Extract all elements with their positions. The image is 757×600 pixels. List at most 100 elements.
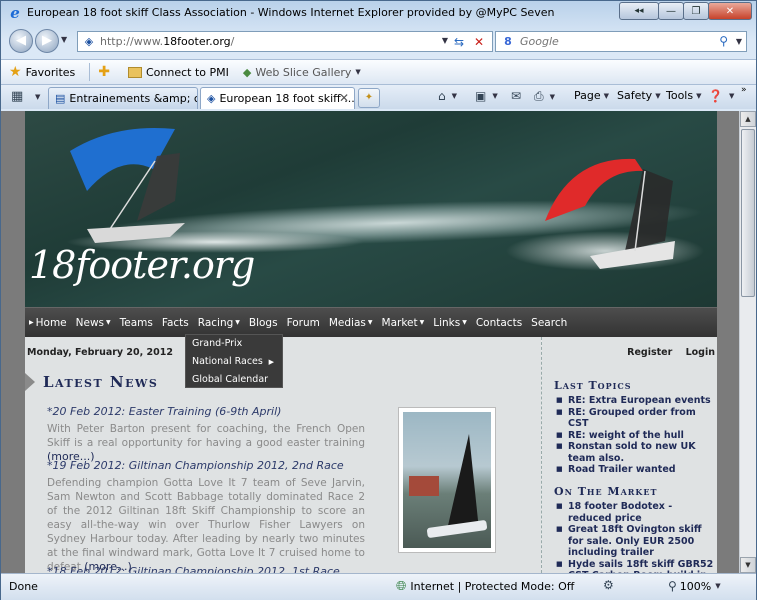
sidebar-column: Register Login Last Topics RE: Extra Eur… <box>542 337 717 573</box>
tab-entrainements[interactable]: ▤ Entrainements &amp; co... <box>48 87 198 109</box>
search-box[interactable]: 8 ⚲ ▼ <box>495 31 747 52</box>
site-logo[interactable]: 18footer.org <box>29 243 255 287</box>
latest-news-heading: Latest News <box>25 373 159 391</box>
nav-links[interactable]: Links ▼ <box>433 317 467 329</box>
url-suffix: / <box>230 35 235 48</box>
status-text: Done <box>9 580 38 593</box>
nav-forum[interactable]: Forum <box>287 317 320 329</box>
register-link[interactable]: Register <box>627 347 672 358</box>
latest-news-title: Latest News <box>43 373 159 391</box>
help-button[interactable]: ❓ ▼ <box>708 89 734 103</box>
topic-item[interactable]: Ronstan sold to new UK team also. <box>556 441 716 464</box>
topic-item[interactable]: Road Trailer wanted <box>556 464 716 476</box>
close-tab-icon[interactable]: ✕ <box>339 91 349 105</box>
web-page: 18footer.org ▶ Home News ▼ Teams Facts Rac… <box>25 111 717 573</box>
refresh-icon[interactable]: ⇆ <box>450 33 468 51</box>
address-bar[interactable]: ◈ http://www.18footer.org/ ▼ ⇆ ✕ <box>77 31 493 52</box>
folder-icon <box>128 66 142 78</box>
search-input[interactable] <box>520 35 700 48</box>
address-url[interactable]: http://www.18footer.org/ <box>100 35 234 48</box>
new-tab-button[interactable]: ✦ <box>358 88 380 108</box>
menu-item-global-calendar[interactable]: Global Calendar <box>186 371 282 389</box>
quick-tabs-icon[interactable]: ▦ <box>11 89 23 104</box>
tools-menu-label: Tools <box>666 89 694 102</box>
news-body: With Peter Barton present for coaching, … <box>47 422 365 464</box>
status-bar: Done 🌐︎ Internet | Protected Mode: Off ⚙… <box>1 573 756 600</box>
news-photo[interactable] <box>398 407 496 553</box>
nav-market[interactable]: Market ▼ <box>382 317 425 329</box>
page-menu-button[interactable]: Page ▼ <box>574 89 609 102</box>
market-item[interactable]: 18 footer Bodotex - reduced price <box>556 501 716 524</box>
rss-feed-icon: ▣ <box>475 89 487 103</box>
topic-item[interactable]: RE: Extra European events <box>556 395 716 407</box>
page-favicon-icon: ◈ <box>84 34 94 48</box>
tab-switch-button[interactable]: ◂◂ <box>619 2 659 20</box>
market-item[interactable]: Hyde sails 18ft skiff GBR52 CST Carbon B… <box>556 559 716 574</box>
close-button[interactable]: ✕ <box>708 2 752 20</box>
nav-blogs[interactable]: Blogs <box>249 317 278 329</box>
favorite-label: Web Slice Gallery <box>255 65 352 79</box>
nav-contacts[interactable]: Contacts <box>476 317 522 329</box>
back-arrow-icon: ◀ <box>16 33 26 48</box>
security-zone[interactable]: 🌐︎ Internet | Protected Mode: Off <box>396 579 574 594</box>
tab-favicon-icon: ▤ <box>55 92 66 105</box>
search-icon[interactable]: ⚲ <box>719 34 728 48</box>
news-body: Defending champion Gotta Love It 7 team … <box>47 476 365 573</box>
news-item: *19 Feb 2012: Giltinan Championship 2012… <box>47 459 365 573</box>
home-button[interactable]: ⌂ ▼ <box>438 89 457 103</box>
tab-label: European 18 foot skiff ... <box>219 92 355 105</box>
nav-label: News <box>75 316 105 329</box>
topic-item[interactable]: RE: weight of the hull <box>556 430 716 442</box>
nav-home[interactable]: ▶ Home <box>29 317 67 329</box>
tab-favicon-icon: ◈ <box>207 92 216 105</box>
add-favorites-button[interactable]: ✚ <box>98 64 114 80</box>
nav-racing[interactable]: Racing ▼ <box>198 317 240 329</box>
protected-mode-dropdown-icon[interactable]: ⚙ <box>603 578 614 592</box>
search-options-dropdown-icon[interactable]: ▼ <box>736 37 742 46</box>
vertical-scrollbar[interactable]: ▲ ▼ <box>739 111 756 573</box>
scroll-thumb[interactable] <box>741 129 755 297</box>
market-item[interactable]: Great 18ft Ovington skiff for sale. Only… <box>556 524 716 559</box>
favorite-connect-to-pmi[interactable]: Connect to PMI <box>128 66 229 79</box>
ie-logo-icon: e <box>10 4 20 22</box>
news-title[interactable]: *20 Feb 2012: Easter Training (6-9th Apr… <box>47 405 365 418</box>
tools-menu-button[interactable]: Tools ▼ <box>666 89 702 102</box>
toolbar-overflow-icon[interactable]: » <box>741 85 747 95</box>
topic-item[interactable]: RE: Grouped order from CST <box>556 407 716 430</box>
menu-item-national-races[interactable]: National Races ▶ <box>186 353 282 371</box>
menu-item-grand-prix[interactable]: Grand-Prix <box>186 335 282 353</box>
forward-button[interactable]: ▶ <box>35 29 59 53</box>
news-title[interactable]: *19 Feb 2012: Giltinan Championship 2012… <box>47 459 365 472</box>
news-title[interactable]: *18 Feb 2012: Giltinan Championship 2012… <box>47 565 365 573</box>
zoom-level-button[interactable]: ⚲ 100% ▼ <box>668 579 721 593</box>
history-dropdown-icon[interactable]: ▼ <box>61 35 67 44</box>
chevron-down-icon: ▼ <box>549 92 555 101</box>
login-link[interactable]: Login <box>686 347 715 358</box>
address-dropdown-icon[interactable]: ▼ <box>442 36 448 45</box>
nav-medias[interactable]: Medias ▼ <box>329 317 373 329</box>
photo-house-shape <box>409 476 439 496</box>
maximize-button[interactable]: ❐ <box>683 2 709 20</box>
scroll-up-icon[interactable]: ▲ <box>740 111 756 127</box>
favorites-button[interactable]: ★ Favorites <box>9 64 75 80</box>
print-button[interactable]: ⎙ ▼ <box>534 89 555 104</box>
safety-menu-button[interactable]: Safety ▼ <box>617 89 661 102</box>
minimize-button[interactable]: — <box>658 2 684 20</box>
nav-facts[interactable]: Facts <box>162 317 189 329</box>
favorite-web-slice-gallery[interactable]: ◆ Web Slice Gallery ▼ <box>243 66 361 79</box>
nav-news[interactable]: News ▼ <box>76 317 111 329</box>
scroll-down-icon[interactable]: ▼ <box>740 557 756 573</box>
nav-search[interactable]: Search <box>531 317 567 329</box>
nav-teams[interactable]: Teams <box>120 317 153 329</box>
tab-european-18-foot-skiff[interactable]: ◈ European 18 foot skiff ... ✕ <box>200 87 355 109</box>
tab-list-dropdown-icon[interactable]: ▼ <box>35 93 40 101</box>
url-prefix: http://www. <box>100 35 164 48</box>
back-button[interactable]: ◀ <box>9 29 33 53</box>
feeds-button[interactable]: ▣ ▼ <box>475 89 498 103</box>
chevron-down-icon: ▼ <box>462 319 467 326</box>
stop-icon[interactable]: ✕ <box>470 33 488 51</box>
nav-label: Home <box>35 316 67 329</box>
market-list: 18 footer Bodotex - reduced price Great … <box>556 501 716 573</box>
read-mail-button[interactable]: ✉ <box>511 89 524 103</box>
chevron-down-icon: ▼ <box>603 91 610 100</box>
